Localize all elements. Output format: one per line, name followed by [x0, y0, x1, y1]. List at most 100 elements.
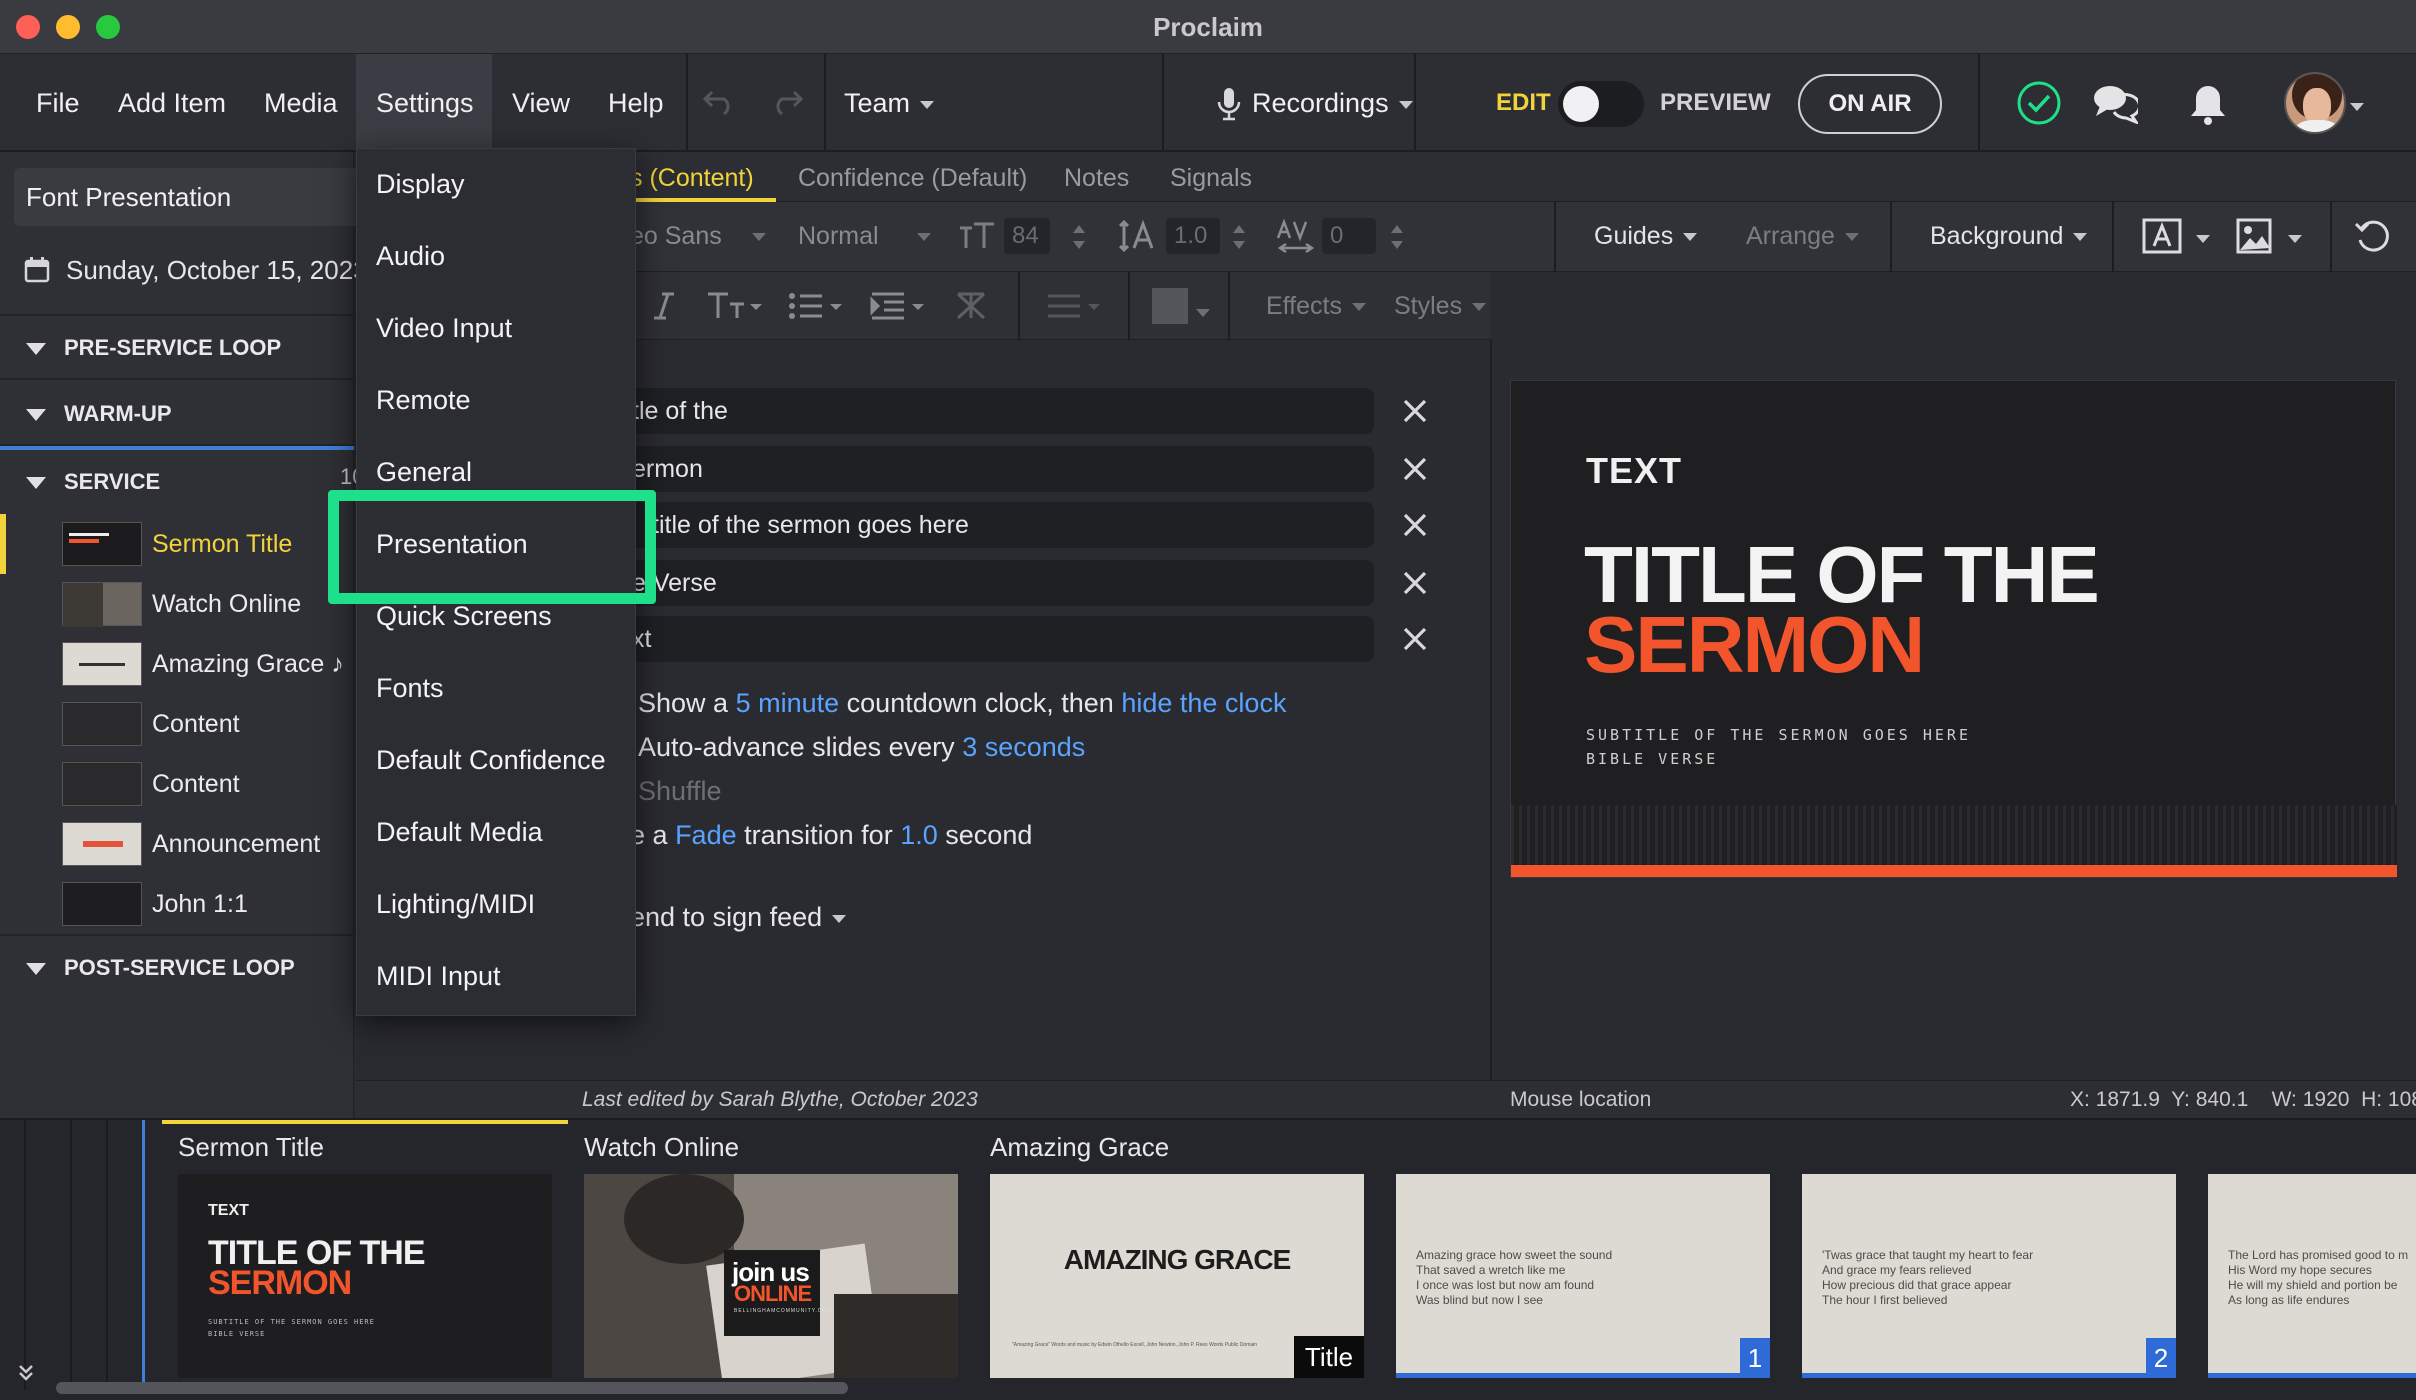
- image-icon[interactable]: [2236, 218, 2272, 254]
- stepper-icon[interactable]: [1390, 222, 1404, 252]
- lyric-line: As long as life endures: [2228, 1293, 2350, 1307]
- settings-menu-presentation[interactable]: Presentation: [376, 508, 528, 580]
- arrange-menu[interactable]: Arrange: [1746, 224, 1859, 249]
- sidebar-item-watch-online[interactable]: Watch Online: [152, 574, 301, 634]
- text-case-icon[interactable]: [706, 290, 764, 322]
- chevron-down-icon[interactable]: [1196, 304, 1210, 322]
- tab-notes[interactable]: Notes: [1064, 162, 1129, 194]
- menu-file[interactable]: File: [16, 54, 100, 152]
- avatar[interactable]: [2284, 72, 2346, 134]
- thumb-url-text: BELLINGHAMCOMMUNITY.COM: [734, 1308, 833, 1314]
- edit-preview-toggle[interactable]: [1558, 81, 1644, 127]
- tab-confidence[interactable]: Confidence (Default): [798, 162, 1027, 194]
- styles-menu[interactable]: Styles: [1394, 294, 1487, 319]
- slide-text-field[interactable]: title of the sermon goes here: [616, 502, 1374, 548]
- text-box-icon[interactable]: [2142, 218, 2182, 254]
- close-icon[interactable]: [1402, 456, 1436, 490]
- section-service[interactable]: SERVICE: [0, 450, 354, 514]
- menu-view[interactable]: View: [492, 54, 590, 152]
- transition-duration-link[interactable]: 1.0: [900, 820, 938, 850]
- indent-icon[interactable]: [870, 290, 928, 322]
- italic-icon[interactable]: [652, 290, 676, 322]
- undo-icon[interactable]: [702, 88, 736, 116]
- guides-menu[interactable]: Guides: [1594, 224, 1698, 249]
- letter-spacing-input[interactable]: 0: [1322, 218, 1376, 254]
- settings-menu-midi-input[interactable]: MIDI Input: [376, 940, 501, 1012]
- slide-text-field[interactable]: ermon: [616, 446, 1374, 492]
- recordings-menu[interactable]: Recordings: [1232, 54, 1433, 152]
- team-menu[interactable]: Team: [824, 54, 954, 152]
- reset-icon[interactable]: [2354, 218, 2392, 256]
- text-color-swatch[interactable]: [1152, 288, 1188, 324]
- font-style-select[interactable]: Normal: [798, 224, 931, 249]
- settings-menu-audio[interactable]: Audio: [376, 220, 445, 292]
- section-post-service-loop[interactable]: POST-SERVICE LOOP: [0, 936, 354, 1000]
- slide-thumbnail-watch-online[interactable]: join us ONLINE BELLINGHAMCOMMUNITY.COM: [584, 1174, 958, 1378]
- settings-menu-fonts[interactable]: Fonts: [376, 652, 444, 724]
- settings-menu-display[interactable]: Display: [376, 148, 465, 220]
- close-icon[interactable]: [1402, 626, 1436, 660]
- sign-feed-dropdown[interactable]: end to sign feed: [630, 900, 847, 934]
- slide-text-field[interactable]: e Verse: [616, 560, 1374, 606]
- sidebar-item-sermon-title[interactable]: Sermon Title: [152, 514, 292, 574]
- settings-menu-default-media[interactable]: Default Media: [376, 796, 543, 868]
- slide-thumbnail-sermon-title[interactable]: TEXT TITLE OF THE SERMON SUBTITLE OF THE…: [178, 1174, 552, 1378]
- stepper-icon[interactable]: [1072, 222, 1086, 252]
- menu-media[interactable]: Media: [244, 54, 358, 152]
- sidebar-item-content[interactable]: Content: [152, 694, 240, 754]
- slide-text-field[interactable]: tle of the: [616, 388, 1374, 434]
- sidebar-item-announcement[interactable]: Announcement: [152, 814, 320, 874]
- section-pre-service-loop[interactable]: PRE-SERVICE LOOP: [0, 316, 354, 380]
- section-warm-up[interactable]: WARM-UP: [0, 382, 354, 446]
- on-air-button[interactable]: ON AIR: [1798, 74, 1942, 134]
- horizontal-scrollbar[interactable]: [56, 1382, 848, 1394]
- bulleted-list-icon[interactable]: [788, 290, 846, 322]
- slide-thumbnail-amazing-grace-title[interactable]: AMAZING GRACE "Amazing Grace" Words and …: [990, 1174, 1364, 1378]
- align-icon[interactable]: [1046, 292, 1104, 320]
- slide-text-field[interactable]: xt: [616, 616, 1374, 662]
- sidebar-item-content[interactable]: Content: [152, 754, 240, 814]
- slide-thumbnail-verse-2[interactable]: 'Twas grace that taught my heart to fear…: [1802, 1174, 2176, 1378]
- menu-help[interactable]: Help: [588, 54, 684, 152]
- menu-settings[interactable]: Settings: [356, 54, 492, 152]
- close-icon[interactable]: [1402, 398, 1436, 432]
- line-height-input[interactable]: 1.0: [1166, 218, 1220, 254]
- transition-type-link[interactable]: Fade: [675, 820, 737, 850]
- stepper-icon[interactable]: [1232, 222, 1246, 252]
- slide-thumbnail-verse-1[interactable]: Amazing grace how sweet the sound That s…: [1396, 1174, 1770, 1378]
- clear-format-icon[interactable]: [954, 290, 988, 322]
- presentation-name-field[interactable]: Font Presentation: [14, 168, 370, 226]
- font-family-select[interactable]: eo Sans: [630, 224, 766, 249]
- settings-menu-default-confidence[interactable]: Default Confidence: [376, 724, 606, 796]
- sync-status-check-icon[interactable]: [2016, 80, 2062, 126]
- tab-signals[interactable]: Signals: [1170, 162, 1252, 194]
- font-size-input[interactable]: 84: [1004, 218, 1050, 254]
- menu-add-item[interactable]: Add Item: [98, 54, 246, 152]
- close-icon[interactable]: [1402, 512, 1436, 546]
- effects-menu[interactable]: Effects: [1266, 294, 1366, 319]
- close-icon[interactable]: [1402, 570, 1436, 604]
- option-text: transition for: [744, 820, 893, 850]
- background-menu[interactable]: Background: [1930, 224, 2088, 249]
- sidebar-item-amazing-grace[interactable]: Amazing Grace ♪: [152, 634, 344, 694]
- settings-menu-remote[interactable]: Remote: [376, 364, 471, 436]
- slide-thumbnail-verse-3[interactable]: The Lord has promised good to m His Word…: [2208, 1174, 2416, 1378]
- redo-icon[interactable]: [770, 88, 804, 116]
- bell-icon[interactable]: [2188, 82, 2228, 126]
- chevron-down-icon[interactable]: [2196, 230, 2210, 248]
- service-date[interactable]: Sunday, October 15, 2023: [66, 252, 368, 288]
- shuffle-option[interactable]: Shuffle: [638, 774, 722, 808]
- collapse-icon[interactable]: [16, 1364, 36, 1382]
- settings-menu-lighting-midi[interactable]: Lighting/MIDI: [376, 868, 535, 940]
- tab-content[interactable]: s (Content): [630, 162, 754, 194]
- chevron-down-icon[interactable]: [2350, 98, 2364, 116]
- advance-seconds-link[interactable]: 3 seconds: [962, 732, 1085, 762]
- chat-icon[interactable]: [2092, 82, 2138, 124]
- divider: [1018, 272, 1020, 340]
- chevron-down-icon[interactable]: [2288, 230, 2302, 248]
- countdown-minutes-link[interactable]: 5 minute: [736, 688, 840, 718]
- hide-clock-link[interactable]: hide the clock: [1121, 688, 1286, 718]
- settings-menu-video-input[interactable]: Video Input: [376, 292, 512, 364]
- settings-menu-quick-screens[interactable]: Quick Screens: [376, 580, 552, 652]
- sidebar-item-john-1-1[interactable]: John 1:1: [152, 874, 248, 934]
